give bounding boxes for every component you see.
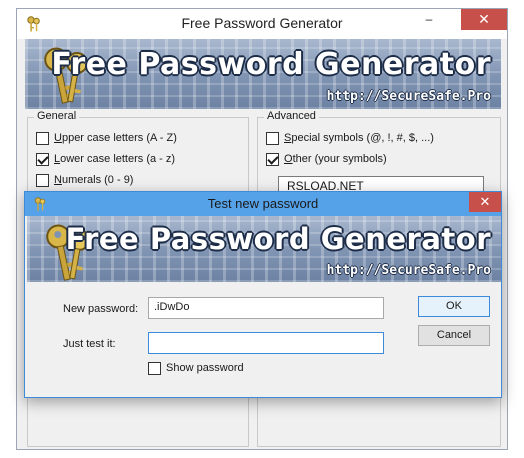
numerals-label: Numerals (0 - 9) [54, 174, 133, 186]
hotkey-letter: U [54, 132, 62, 144]
main-title-bar[interactable]: Free Password Generator – □ ✕ [17, 9, 507, 39]
banner-title: Free Password Generator [51, 47, 491, 82]
banner-url: http://SecureSafe.Pro [326, 89, 491, 104]
dialog-title: Test new password [207, 196, 319, 211]
checkbox-icon[interactable] [36, 173, 49, 187]
show-password-label: Show password [166, 362, 244, 374]
ok-button[interactable]: OK [418, 296, 490, 317]
checkbox-icon[interactable] [148, 361, 161, 375]
banner-title: Free Password Generator [65, 222, 491, 256]
lowercase-label: Lower case letters (a - z) [54, 153, 175, 165]
header-banner: Free Password Generator http://SecureSaf… [25, 39, 501, 109]
option-text: pper case letters (A - Z) [61, 132, 177, 144]
banner-url: http://SecureSafe.Pro [326, 263, 491, 278]
new-password-label: New password: [63, 303, 139, 315]
uppercase-label: Upper case letters (A - Z) [54, 132, 177, 144]
numerals-option[interactable]: Numerals (0 - 9) [36, 172, 133, 188]
test-password-dialog: Test new password ✕ Free Password Genera… [24, 191, 502, 398]
close-icon[interactable]: ✕ [469, 192, 501, 212]
special-symbols-option[interactable]: Special symbols (@, !, #, $, ...) [266, 130, 434, 146]
advanced-group-title: Advanced [264, 110, 319, 122]
new-password-field[interactable]: .iDwDo [148, 297, 384, 319]
checkbox-icon[interactable] [36, 152, 49, 166]
dialog-title-bar[interactable]: Test new password ✕ [25, 192, 501, 216]
option-text: ower case letters (a - z) [60, 153, 176, 165]
option-text: ther (your symbols) [292, 153, 387, 165]
just-test-label: Just test it: [63, 338, 116, 350]
just-test-input[interactable] [148, 332, 384, 354]
checkbox-icon[interactable] [266, 152, 279, 166]
lowercase-option[interactable]: Lower case letters (a - z) [36, 151, 175, 167]
checkbox-icon[interactable] [36, 131, 49, 145]
hotkey-letter: O [284, 153, 293, 165]
hotkey-letter: N [54, 174, 62, 186]
uppercase-option[interactable]: Upper case letters (A - Z) [36, 130, 177, 146]
minimize-icon[interactable]: – [415, 9, 443, 30]
general-group-title: General [34, 110, 80, 122]
option-text: pecial symbols (@, !, #, $, ...) [291, 132, 434, 144]
other-symbols-label: Other (your symbols) [284, 153, 387, 165]
option-text: umerals (0 - 9) [61, 174, 134, 186]
checkbox-icon[interactable] [266, 131, 279, 145]
close-icon[interactable]: ✕ [461, 9, 507, 30]
special-symbols-label: Special symbols (@, !, #, $, ...) [284, 132, 434, 144]
show-password-option[interactable]: Show password [148, 360, 244, 376]
other-symbols-option[interactable]: Other (your symbols) [266, 151, 387, 167]
dialog-banner: Free Password Generator http://SecureSaf… [27, 216, 501, 282]
cancel-button[interactable]: Cancel [418, 325, 490, 346]
